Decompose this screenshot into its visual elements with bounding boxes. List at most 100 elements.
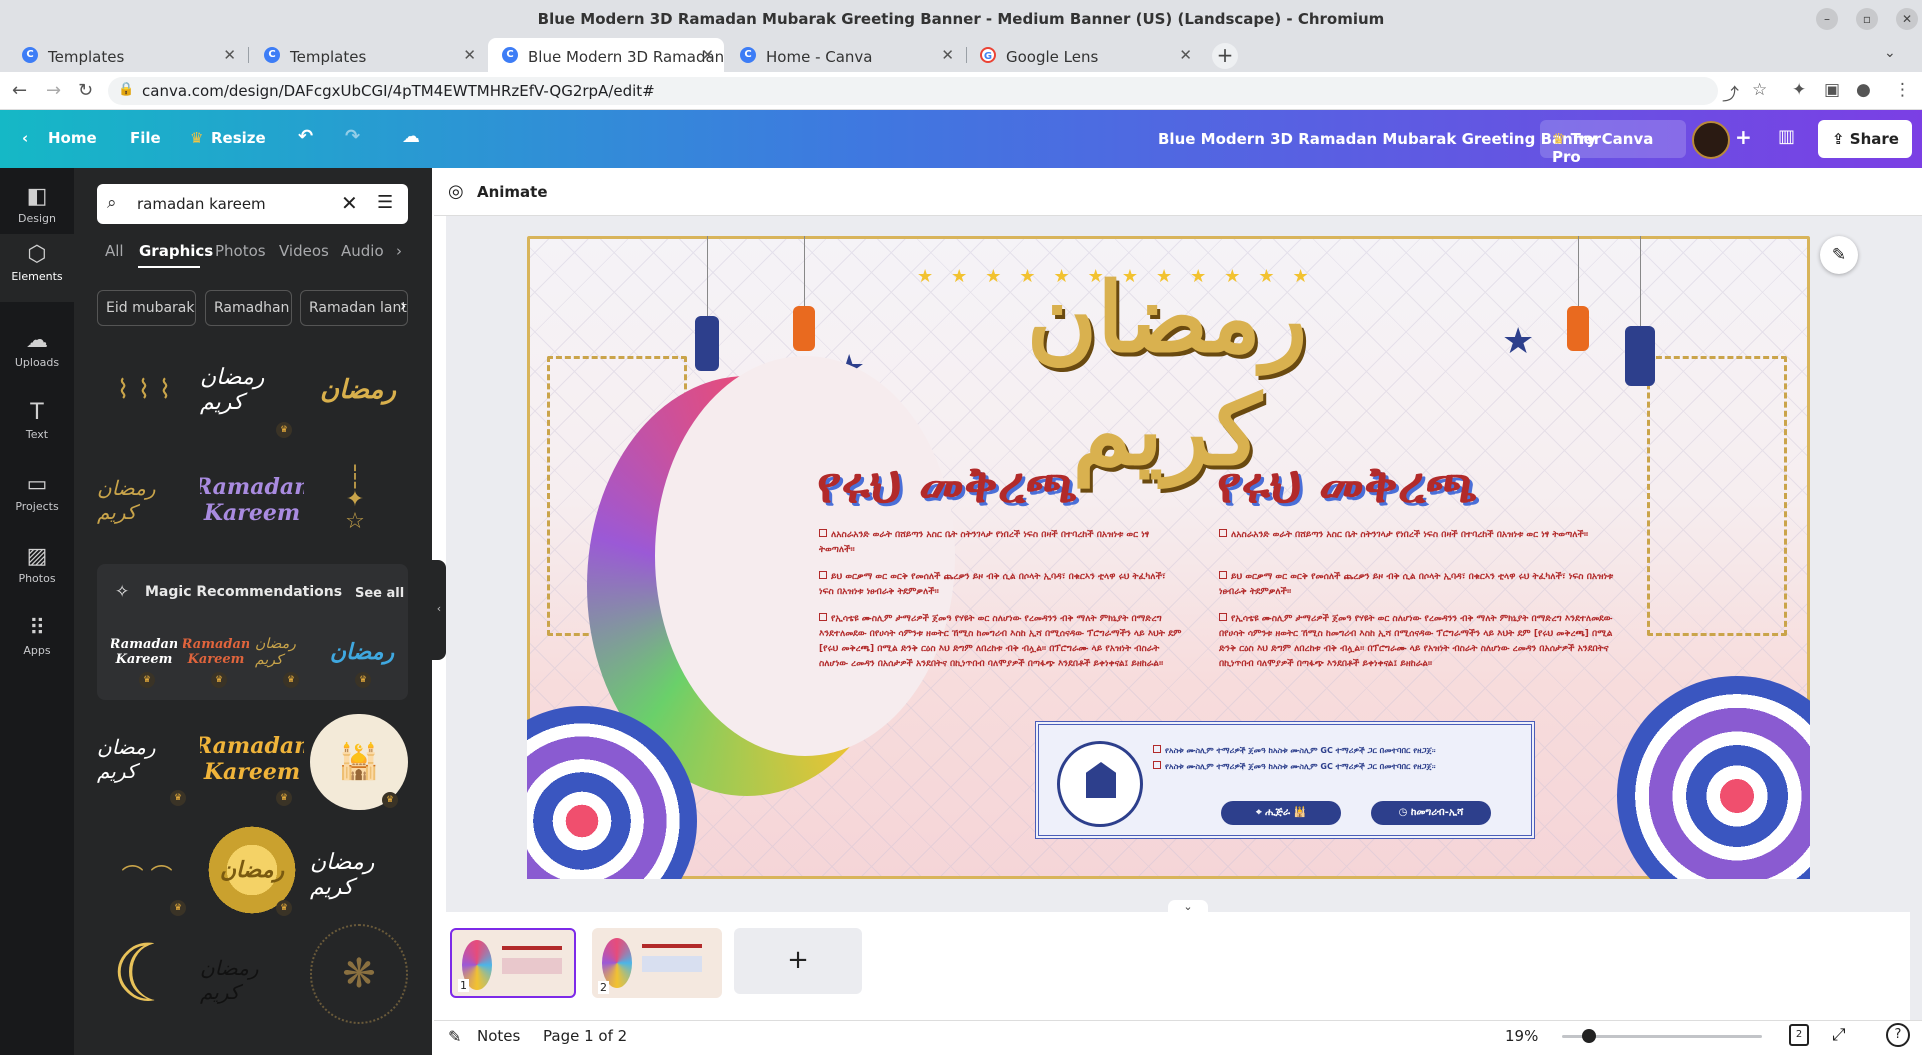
redo-icon[interactable]: ↷ — [345, 126, 360, 147]
reload-icon[interactable]: ↻ — [78, 80, 93, 101]
graphic-lanterns-gold[interactable]: ⌇ ⌇ ⌇ — [97, 350, 191, 430]
right-ornament-frame — [1647, 356, 1787, 636]
graphic-ramadan-kareem-black-calligraphy[interactable]: رمضان كريم — [200, 940, 304, 1020]
maximize-icon[interactable]: ▫ — [1856, 8, 1878, 30]
resize-button[interactable]: Resize — [211, 129, 266, 147]
lock-icon: 🔒 — [118, 82, 135, 97]
tabs-next-chevron-icon[interactable]: › — [396, 242, 402, 260]
close-tab-icon[interactable]: ✕ — [701, 46, 714, 64]
expand-pages-chevron-icon[interactable]: ⌄ — [1168, 900, 1208, 914]
home-chevron-icon[interactable]: ‹ — [22, 129, 28, 147]
chip-ramadhan[interactable]: Ramadhan — [205, 290, 292, 326]
rail-apps[interactable]: ⠿ Apps — [0, 616, 74, 657]
zoom-percentage[interactable]: 19% — [1505, 1027, 1538, 1045]
tab-templates-1[interactable]: C Templates ✕ — [8, 38, 246, 72]
profile-icon[interactable]: ● — [1856, 80, 1871, 100]
rail-design[interactable]: ◧ Design — [0, 184, 74, 225]
tab-all[interactable]: All — [105, 242, 124, 260]
vertical-scrollbar[interactable] — [1898, 220, 1906, 890]
sidepanel-icon[interactable]: ▣ — [1824, 80, 1840, 100]
left-bullet-3: የኢሳቴዩ ሙስሊም ታማሪዎች ጀመዓ የሃዩት ወር ስለሆነው የረመዳን… — [819, 612, 1189, 672]
magic-title: Magic Recommendations — [145, 584, 343, 600]
close-tab-icon[interactable]: ✕ — [463, 46, 476, 64]
close-tab-icon[interactable]: ✕ — [1179, 46, 1192, 64]
close-tab-icon[interactable]: ✕ — [941, 46, 954, 64]
new-tab-icon[interactable]: + — [1212, 43, 1238, 69]
cloud-saved-icon[interactable]: ☁ — [402, 126, 420, 147]
checkbox-bullet-icon — [1153, 745, 1161, 753]
chip-eid-mubarak[interactable]: Eid mubarak — [97, 290, 196, 326]
info-line-2: የአስቱ ሙስሊም ተማሪዎች ጀመዓ ከአስቱ ሙስሊም GC ተማሪዎች ጋ… — [1153, 759, 1533, 774]
browser-menu-icon[interactable]: ⋮ — [1894, 80, 1911, 100]
filter-icon[interactable]: ☰ — [377, 192, 393, 213]
collapse-panel-handle[interactable]: ‹ — [432, 560, 446, 660]
insights-chart-icon[interactable]: ▥ — [1778, 126, 1795, 147]
see-all-link[interactable]: See all — [355, 586, 404, 601]
graphic-mandala-dark[interactable]: ❋ — [310, 924, 408, 1024]
notes-button[interactable]: Notes — [477, 1027, 520, 1045]
page-thumbnail-1[interactable]: 1 — [450, 928, 576, 998]
banner-page[interactable]: ★ ★ ★★★★★★★★★★★★ رمضان كريم የሩህ መቅረጫ የሩህ… — [527, 236, 1810, 879]
info-line-1: የአስቱ ሙስሊም ተማሪዎች ጀመዓ ከአስቱ ሙስሊም GC ተማሪዎች ጋ… — [1153, 743, 1533, 758]
rail-text[interactable]: T Text — [0, 400, 74, 441]
document-title[interactable]: Blue Modern 3D Ramadan Mubarak Greeting … — [1158, 130, 1601, 148]
tab-home-canva[interactable]: C Home - Canva ✕ — [726, 38, 964, 72]
add-comment-icon[interactable]: ✎ — [1820, 236, 1858, 274]
back-icon[interactable]: ← — [12, 80, 27, 101]
graphic-ramadan-kareem-white-calligraphy[interactable]: رمضان كريم — [200, 350, 304, 430]
url-field[interactable]: 🔒 canva.com/design/DAFcgxUbCGI/4pTM4EWTM… — [108, 77, 1718, 105]
rail-photos[interactable]: ▨ Photos — [0, 544, 74, 585]
file-menu-button[interactable]: File — [130, 129, 161, 147]
zoom-slider-handle[interactable] — [1582, 1029, 1596, 1043]
close-tab-icon[interactable]: ✕ — [223, 46, 236, 64]
tab-photos[interactable]: Photos — [215, 242, 266, 260]
bookmark-star-icon[interactable]: ☆ — [1752, 80, 1767, 100]
graphic-ramadan-kareem-gold-script[interactable]: رمضان كريم — [97, 450, 197, 550]
tab-ramadan-banner[interactable]: C Blue Modern 3D Ramadan ✕ — [488, 38, 724, 72]
clear-search-icon[interactable]: ✕ — [341, 191, 358, 215]
search-input[interactable]: ⌕ ramadan kareem ✕ ☰ — [97, 184, 408, 224]
checkbox-bullet-icon — [1219, 529, 1227, 537]
rail-projects[interactable]: ▭ Projects — [0, 472, 74, 513]
bullet-text: ይህ ወርቃማ ወር ወርቅ የመሰለች ጨረቃን ይዞ ብቅ ሲል በሶላት … — [819, 572, 1166, 597]
close-window-icon[interactable]: ✕ — [1896, 8, 1918, 30]
forward-icon[interactable]: → — [46, 80, 61, 101]
share-page-icon[interactable]: ⤴ — [1722, 80, 1739, 105]
page-indicator[interactable]: Page 1 of 2 — [543, 1027, 627, 1045]
add-collaborator-icon[interactable]: + — [1735, 125, 1752, 149]
right-bullet-3: የኢሳቴዩ ሙስሊም ታማሪዎች ጀመዓ የሃዩት ወር ስለሆነው የረመዳን… — [1219, 612, 1619, 672]
home-button[interactable]: Home — [48, 129, 97, 147]
chip-ramadan-lanterns[interactable]: Ramadan lant — [300, 290, 408, 326]
tab-audio[interactable]: Audio — [341, 242, 384, 260]
avatar[interactable] — [1692, 121, 1730, 159]
tab-videos[interactable]: Videos — [279, 242, 329, 260]
minimize-icon[interactable]: – — [1816, 8, 1838, 30]
animate-button[interactable]: Animate — [477, 183, 548, 201]
share-button[interactable]: ⇪ Share — [1818, 120, 1912, 158]
resize-crown-icon: ♛ — [190, 129, 204, 147]
tab-templates-2[interactable]: C Templates ✕ — [250, 38, 486, 72]
tab-label: Blue Modern 3D Ramadan — [528, 48, 724, 66]
left-bullet-1: ለአስራአንድ ወራት በሸይጣን አስር ቤት ስትንገላታ የነበረች ነፍ… — [819, 528, 1179, 558]
graphic-ramadan-kareem-gradient-text[interactable]: Ramadan Kareem — [200, 450, 304, 550]
add-page-button[interactable]: + — [734, 928, 862, 994]
fullscreen-icon[interactable]: ⤢ — [1832, 1025, 1846, 1045]
chips-next-chevron-icon[interactable]: › — [400, 296, 406, 315]
tab-google-lens[interactable]: G Google Lens ✕ — [966, 38, 1202, 72]
extensions-icon[interactable]: ✦ — [1792, 80, 1806, 100]
rail-uploads[interactable]: ☁ Uploads — [0, 328, 74, 369]
graphic-crescent-mosque[interactable]: ☾ — [97, 924, 197, 1024]
page-grid-view-button[interactable]: 2 — [1789, 1024, 1809, 1046]
undo-icon[interactable]: ↶ — [298, 126, 313, 147]
graphic-hanging-stars-gold[interactable]: ┆ ✦ ☆ — [330, 450, 380, 550]
graphic-ramadan-kareem-white-calligraphy-2[interactable]: رمضان كريم — [310, 830, 408, 920]
tab-graphics[interactable]: Graphics — [139, 242, 213, 260]
tab-search-chevron-icon[interactable]: ⌄ — [1884, 45, 1896, 61]
help-icon[interactable]: ? — [1886, 1023, 1910, 1047]
left-bullet-2: ይህ ወርቃማ ወር ወርቅ የመሰለች ጨረቃን ይዞ ብቅ ሲል በሶላት … — [819, 570, 1179, 600]
try-canva-pro-button[interactable]: ♛ Try Canva Pro — [1540, 120, 1686, 166]
upload-share-icon: ⇪ — [1832, 130, 1850, 148]
rail-elements[interactable]: ⬡ Elements — [0, 234, 74, 302]
graphic-ramadan-kareem-gold-calligraphy[interactable]: رمضان — [308, 350, 408, 430]
page-thumbnail-2[interactable]: 2 — [592, 928, 722, 998]
